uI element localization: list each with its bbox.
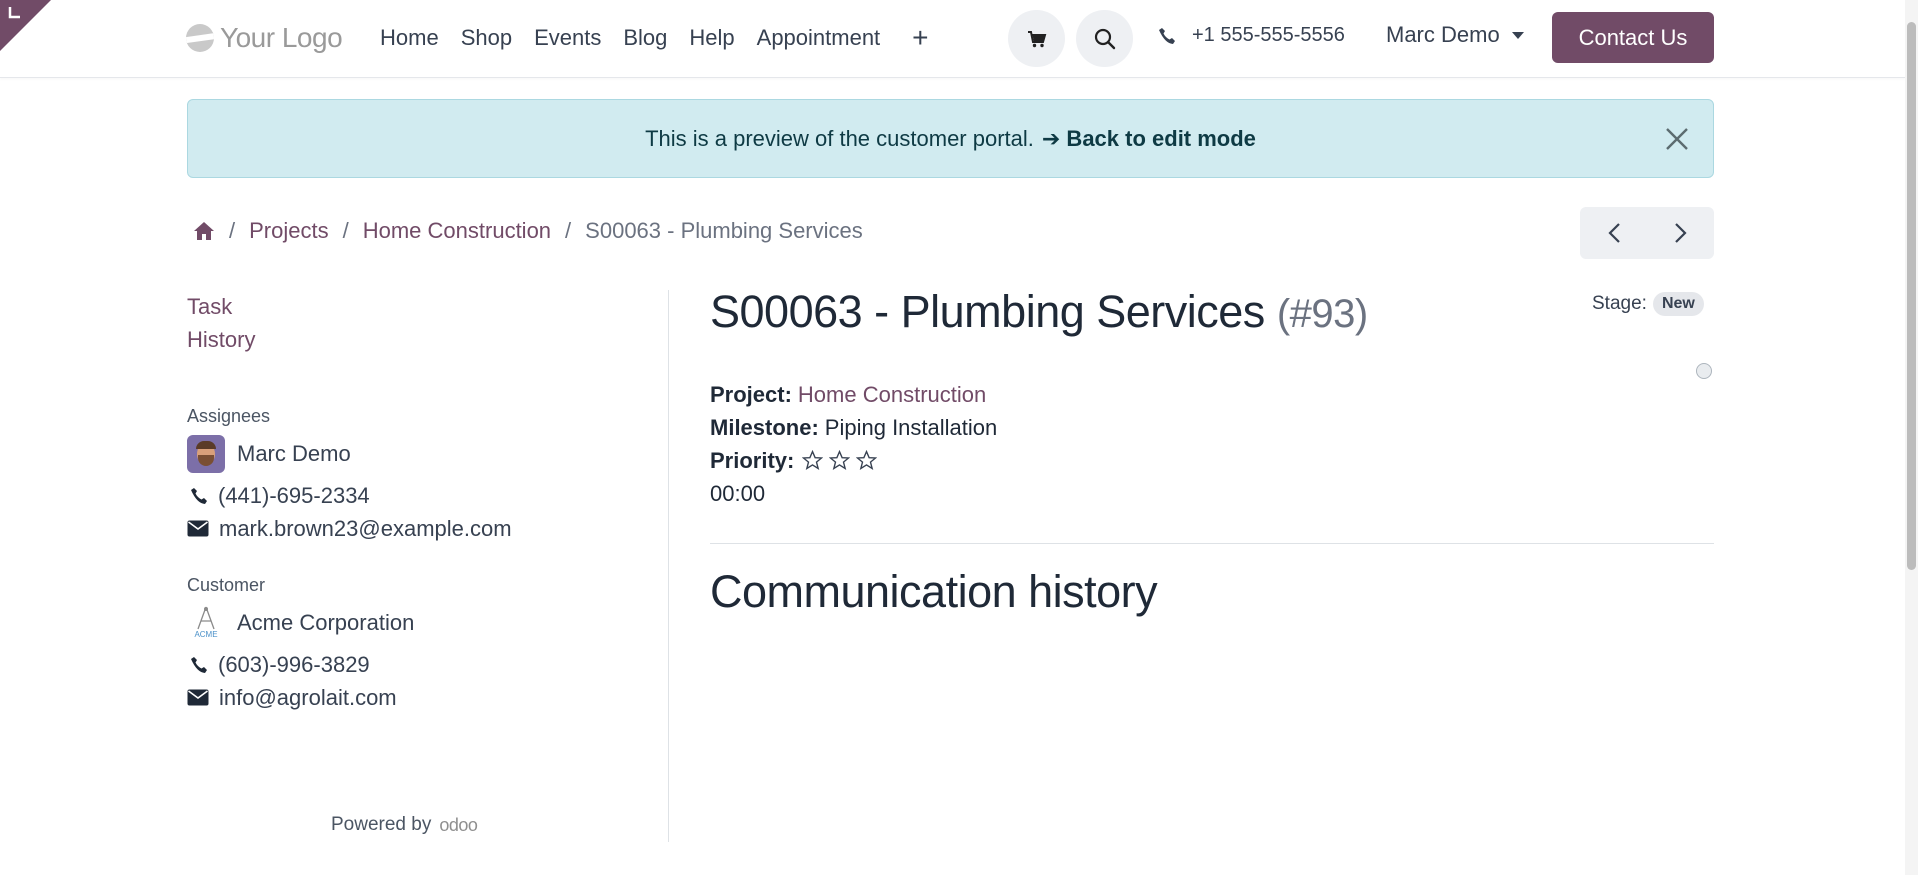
field-project: Project: Home Construction — [710, 378, 997, 411]
kanban-state-icon — [1696, 363, 1712, 379]
header-phone[interactable]: +1 555-555-5556 — [1158, 24, 1345, 47]
close-icon[interactable] — [1663, 125, 1691, 153]
nav-help[interactable]: Help — [689, 25, 734, 51]
status-badge: New — [1652, 292, 1704, 316]
field-milestone: Milestone: Piping Installation — [710, 411, 997, 444]
powered-by-text: Powered by — [331, 814, 432, 835]
project-label: Project: — [710, 382, 792, 407]
breadcrumb: / Projects / Home Construction / S00063 … — [193, 218, 863, 244]
chevron-left-icon — [1607, 223, 1620, 243]
preview-banner: This is a preview of the customer portal… — [187, 99, 1714, 178]
chevron-right-icon — [1674, 223, 1687, 243]
envelope-icon — [187, 520, 209, 537]
cart-icon — [1027, 30, 1046, 47]
avatar — [187, 435, 225, 473]
user-dropdown[interactable]: Marc Demo — [1386, 22, 1524, 48]
back-to-edit-link[interactable]: ➔ Back to edit mode — [1042, 126, 1256, 152]
home-icon[interactable] — [193, 221, 215, 241]
cart-button[interactable] — [1008, 10, 1065, 67]
breadcrumb-projects[interactable]: Projects — [249, 218, 328, 244]
task-name: S00063 - Plumbing Services — [710, 286, 1265, 337]
page-scrollbar[interactable] — [1905, 0, 1918, 875]
nav-home[interactable]: Home — [380, 25, 439, 51]
assignee-phone-text: (441)-695-2334 — [218, 482, 370, 508]
user-name: Marc Demo — [1386, 22, 1500, 47]
sidebar-link-history[interactable]: History — [187, 323, 667, 356]
milestone-value: Piping Installation — [824, 415, 998, 440]
exit-preview-icon[interactable] — [8, 5, 22, 19]
previous-button[interactable] — [1580, 207, 1647, 259]
breadcrumb-separator: / — [565, 218, 572, 243]
task-stage: Stage: New — [1592, 292, 1704, 316]
next-button[interactable] — [1647, 207, 1714, 259]
assignee-email-text[interactable]: mark.brown23@example.com — [219, 516, 512, 542]
stage-label: Stage: — [1592, 293, 1647, 314]
star-icon — [856, 450, 878, 470]
header-phone-number: +1 555-555-5556 — [1192, 24, 1345, 46]
star-icon — [802, 450, 824, 470]
customer-phone-text: (603)-996-3829 — [218, 651, 370, 677]
nav-appointment[interactable]: Appointment — [757, 25, 881, 51]
add-menu-icon[interactable]: + — [912, 24, 928, 52]
customer-heading: Customer — [187, 575, 266, 595]
task-title: S00063 - Plumbing Services (#93) — [710, 286, 1368, 338]
sidebar-divider — [668, 290, 669, 842]
task-sidebar: Task History Assignees Marc Demo (441)-6… — [187, 290, 667, 714]
task-fields: Project: Home Construction Milestone: Pi… — [710, 378, 997, 510]
assignee-name: Marc Demo — [237, 441, 351, 466]
contact-us-button[interactable]: Contact Us — [1552, 12, 1714, 63]
priority-label: Priority: — [710, 448, 795, 473]
assignees-heading: Assignees — [187, 406, 271, 426]
nav-shop[interactable]: Shop — [461, 25, 512, 51]
envelope-icon — [187, 689, 209, 706]
field-priority: Priority: — [710, 444, 997, 477]
star-icon — [829, 450, 851, 470]
logo-mark-icon — [186, 24, 214, 52]
site-header: Your Logo Home Shop Events Blog Help App… — [0, 0, 1905, 78]
company-logo-icon: ACME — [194, 606, 218, 639]
priority-stars — [802, 450, 878, 471]
phone-icon — [191, 656, 207, 673]
customer-email: info@agrolait.com — [187, 681, 667, 714]
communication-history-heading: Communication history — [710, 566, 1158, 617]
sidebar-link-task[interactable]: Task — [187, 290, 667, 323]
odoo-logo[interactable]: odoo — [439, 815, 478, 836]
site-logo[interactable]: Your Logo — [186, 20, 343, 56]
chevron-down-icon — [1511, 31, 1524, 39]
milestone-label: Milestone: — [710, 415, 819, 440]
breadcrumb-separator: / — [229, 218, 236, 243]
nav-events[interactable]: Events — [534, 25, 601, 51]
assignee-email: mark.brown23@example.com — [187, 512, 667, 545]
breadcrumb-separator: / — [342, 218, 349, 243]
customer-name: Acme Corporation — [237, 610, 415, 635]
assignee: Marc Demo — [187, 435, 667, 473]
search-button[interactable] — [1076, 10, 1133, 67]
powered-by: Powered by odoo — [331, 814, 478, 836]
customer-email-text[interactable]: info@agrolait.com — [219, 685, 397, 711]
record-pager — [1580, 207, 1714, 259]
assignee-phone: (441)-695-2334 — [187, 479, 667, 512]
breadcrumb-project[interactable]: Home Construction — [363, 218, 551, 244]
logo-text: Your Logo — [220, 22, 343, 53]
phone-icon — [1159, 27, 1175, 44]
customer: ACME Acme Corporation — [187, 604, 667, 642]
search-icon — [1094, 28, 1115, 49]
customer-phone: (603)-996-3829 — [187, 648, 667, 681]
nav-blog[interactable]: Blog — [623, 25, 667, 51]
project-link[interactable]: Home Construction — [798, 378, 986, 411]
preview-banner-text: This is a preview of the customer portal… — [645, 125, 1034, 151]
field-time: 00:00 — [710, 477, 997, 510]
task-number: (#93) — [1276, 292, 1368, 336]
breadcrumb-current: S00063 - Plumbing Services — [585, 218, 863, 243]
phone-icon — [191, 487, 207, 504]
scrollbar-thumb[interactable] — [1907, 22, 1916, 570]
svg-text:ACME: ACME — [194, 630, 217, 639]
section-divider — [710, 543, 1714, 544]
main-nav: Home Shop Events Blog Help Appointment + — [380, 18, 929, 58]
time-value: 00:00 — [710, 481, 766, 506]
